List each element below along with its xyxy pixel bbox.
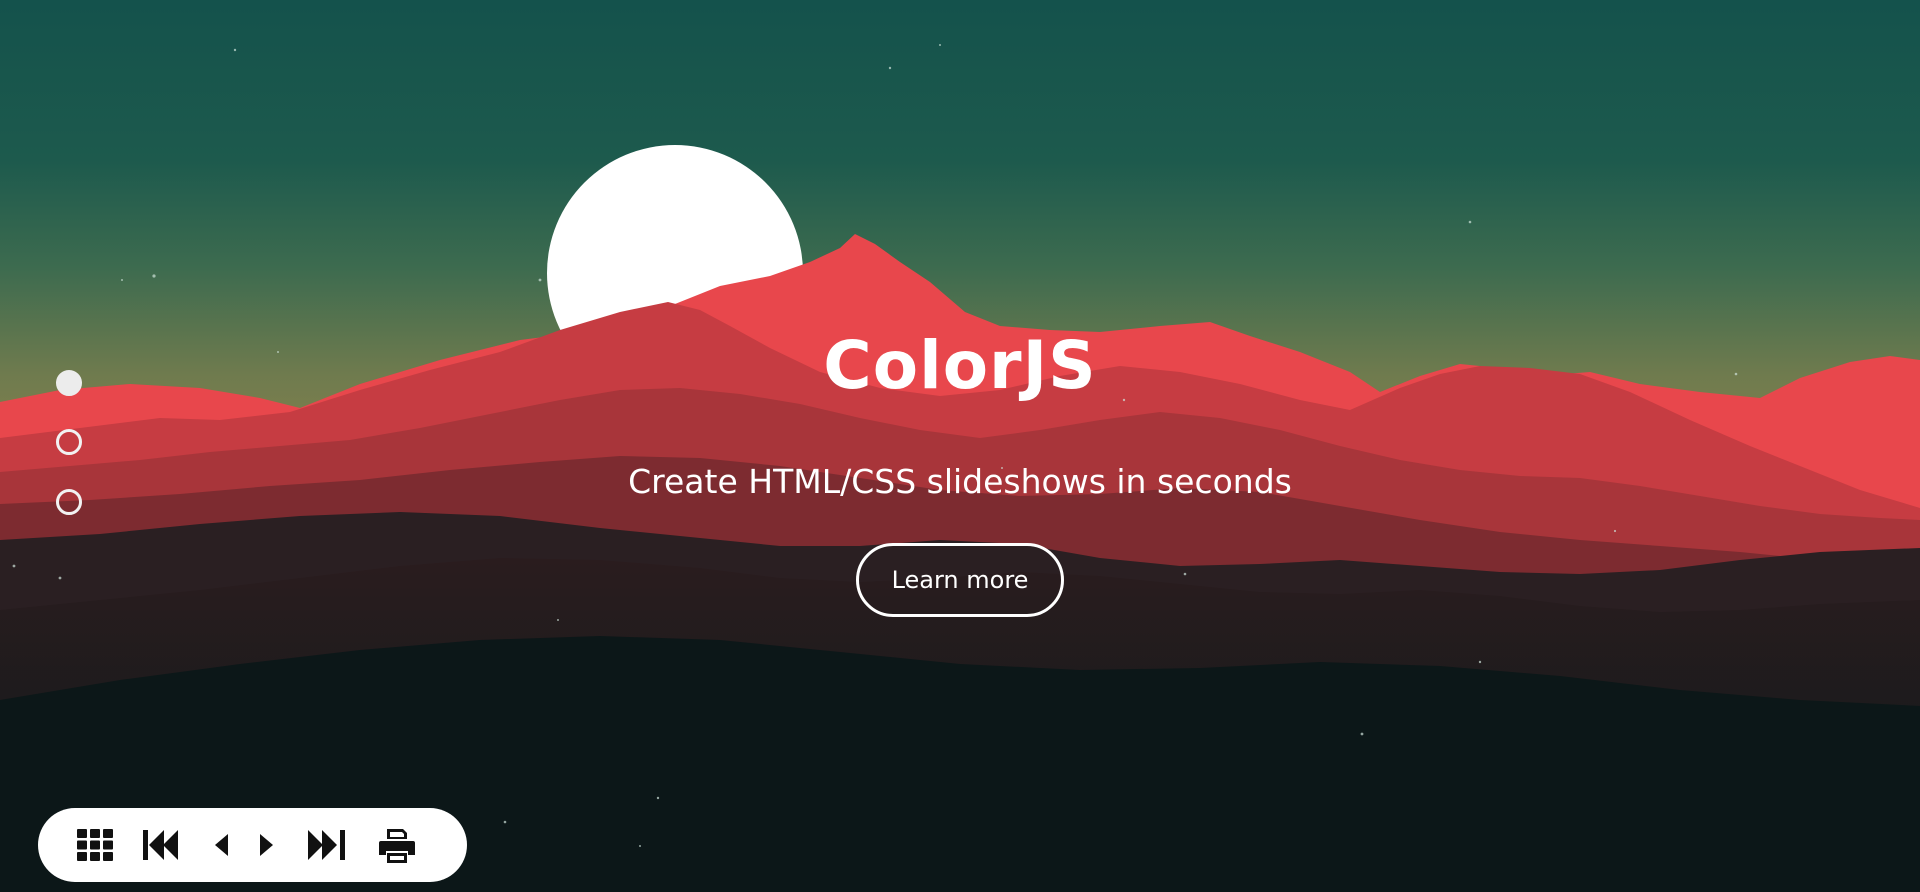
hero-title: ColorJS xyxy=(823,327,1097,404)
next-slide-button[interactable] xyxy=(256,822,276,868)
learn-more-button[interactable]: Learn more xyxy=(856,543,1064,617)
last-slide-button[interactable] xyxy=(307,822,347,868)
slideshow-toolbar xyxy=(38,808,467,882)
first-slide-icon xyxy=(143,830,178,860)
previous-slide-icon xyxy=(215,834,228,856)
print-icon xyxy=(379,829,415,863)
slide-dot-3[interactable] xyxy=(56,489,82,515)
grid-icon xyxy=(77,829,113,861)
hero-subtitle: Create HTML/CSS slideshows in seconds xyxy=(628,462,1292,501)
first-slide-button[interactable] xyxy=(142,822,182,868)
slide-dot-1[interactable] xyxy=(56,370,82,396)
previous-slide-button[interactable] xyxy=(212,822,232,868)
next-slide-icon xyxy=(260,834,273,856)
print-button[interactable] xyxy=(377,822,417,868)
grid-button[interactable] xyxy=(74,822,116,868)
slideshow-stage: ColorJS Create HTML/CSS slideshows in se… xyxy=(0,0,1920,892)
slide-dot-2[interactable] xyxy=(56,429,82,455)
slide-dots xyxy=(56,370,84,520)
background-landscape xyxy=(0,0,1920,892)
last-slide-icon xyxy=(308,830,345,860)
